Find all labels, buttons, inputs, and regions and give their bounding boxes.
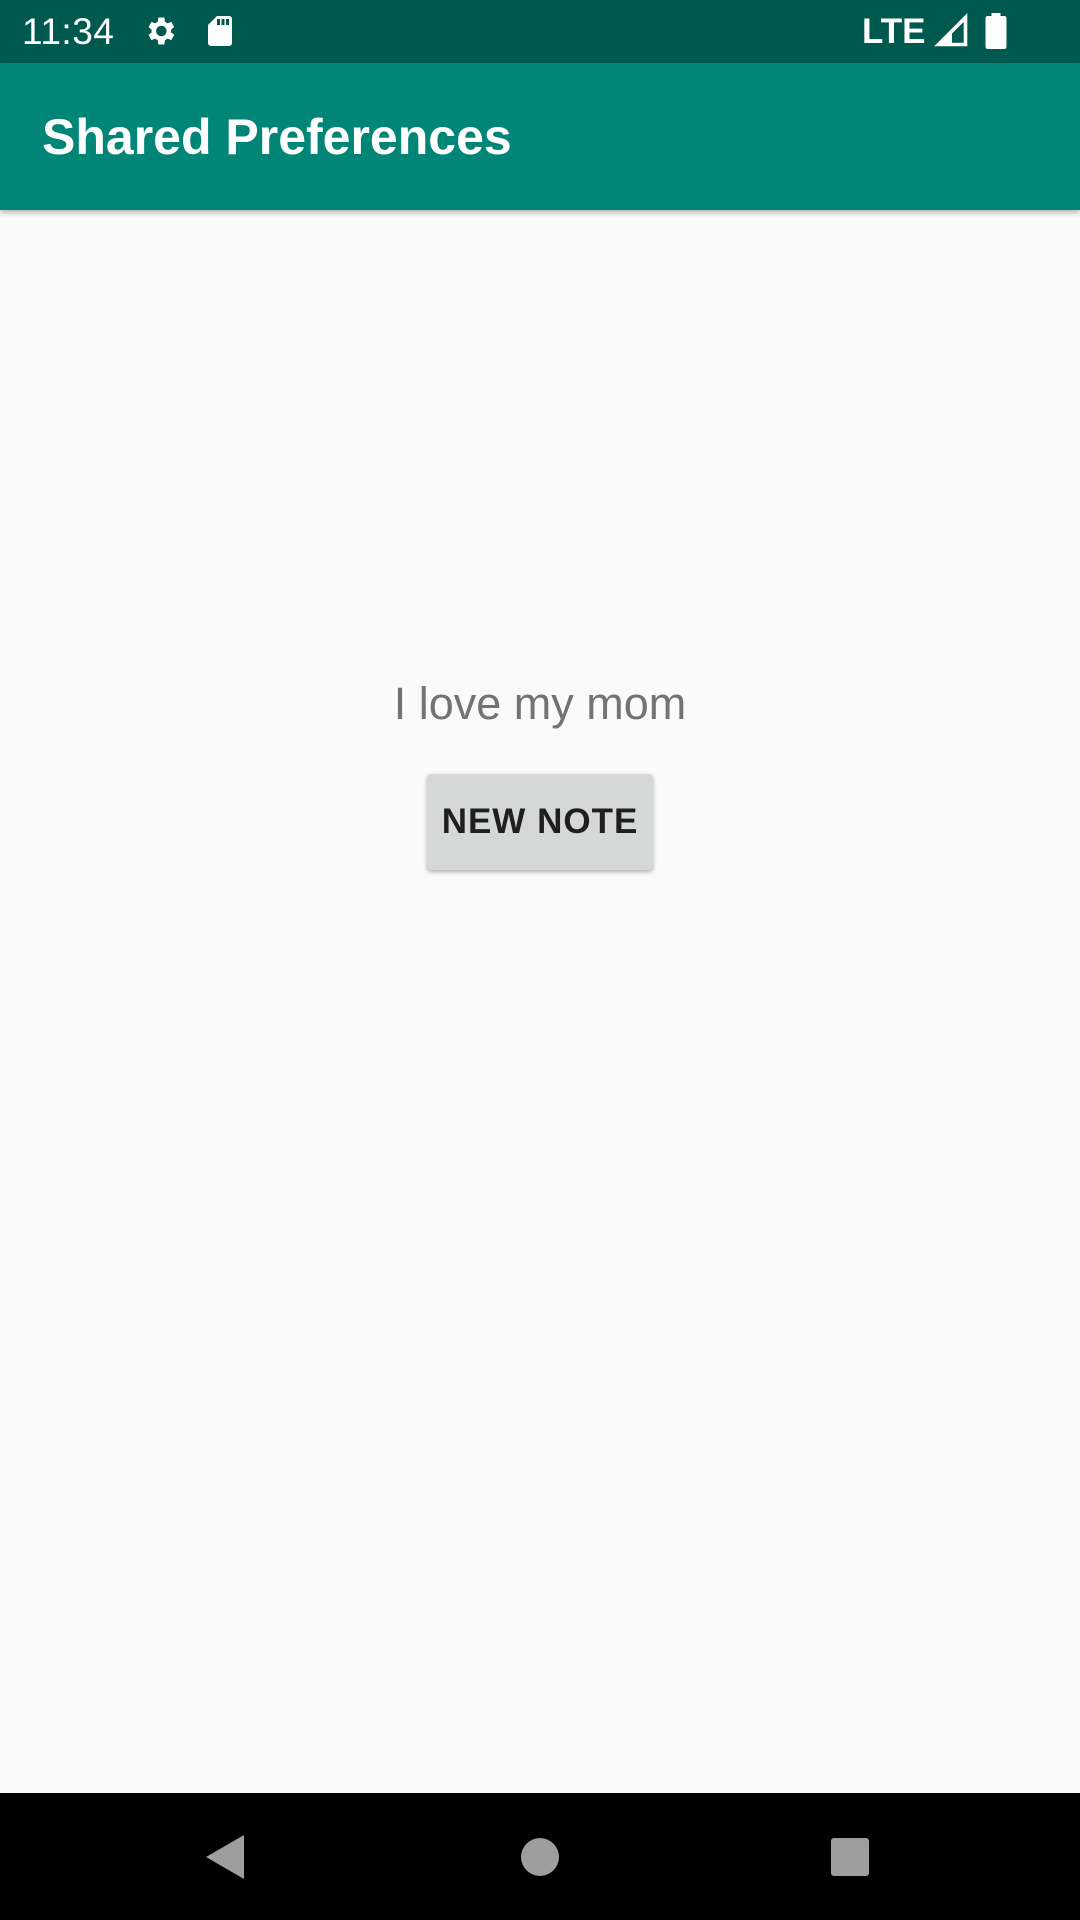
app-bar: Shared Preferences [0,63,1080,210]
app-title: Shared Preferences [42,109,512,165]
home-icon[interactable] [510,1827,570,1887]
navigation-bar [0,1793,1080,1920]
sd-card-icon [208,16,232,46]
gear-icon [148,17,175,45]
status-bar: 11:34 LTE [0,0,1080,63]
signal-icon [934,13,968,47]
main-content: I love my mom NEW NOTE [0,210,1080,1793]
note-text: I love my mom [393,678,687,729]
new-note-button[interactable]: NEW NOTE [427,774,653,870]
recents-icon[interactable] [820,1827,880,1887]
back-icon[interactable] [196,1827,256,1887]
network-type: LTE [862,12,926,51]
battery-icon [985,13,1007,49]
status-time: 11:34 [22,11,115,52]
